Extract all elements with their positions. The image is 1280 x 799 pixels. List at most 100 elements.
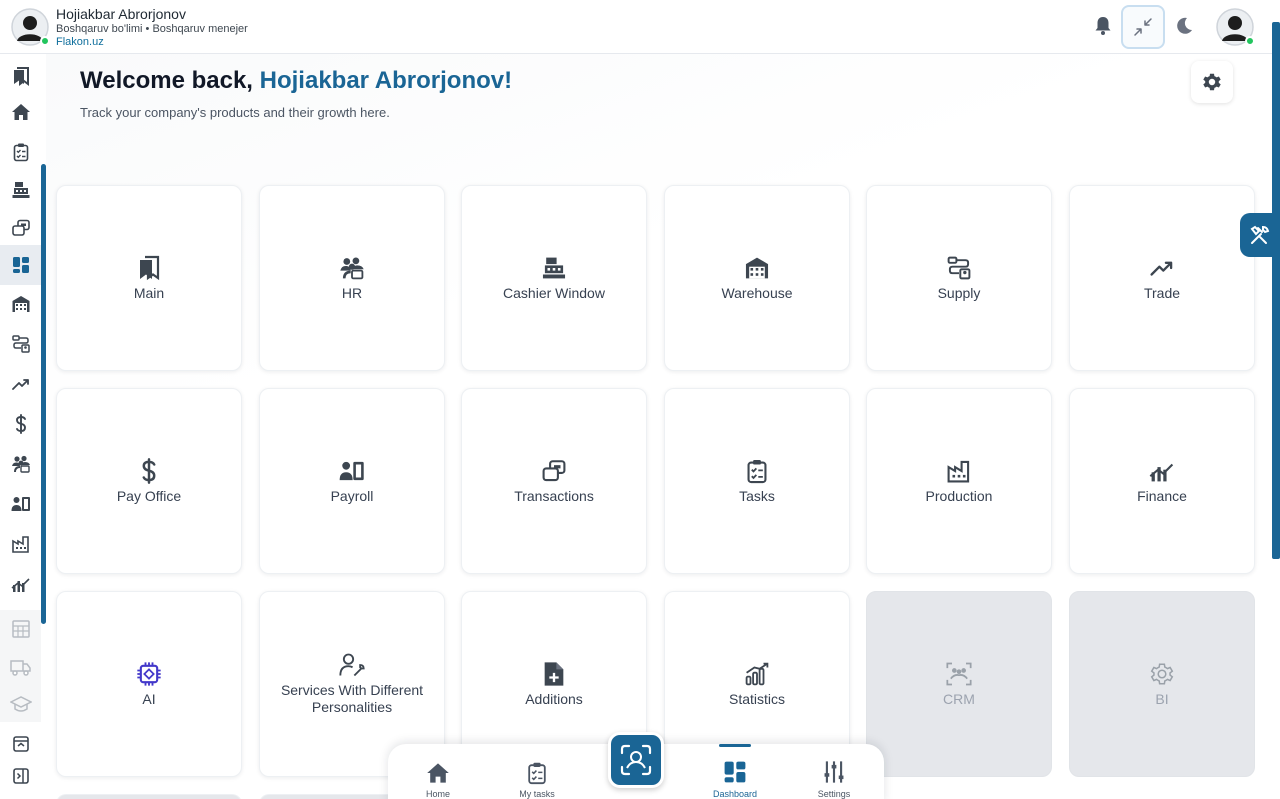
- module-card-warehouse[interactable]: Warehouse: [664, 185, 850, 371]
- cash-register-icon: [12, 182, 29, 198]
- graduation-icon: [9, 696, 32, 712]
- sidebar-item-payroll[interactable]: [0, 486, 41, 522]
- module-card-finance[interactable]: Finance: [1069, 388, 1255, 574]
- sidebar-item-calculator[interactable]: [0, 610, 41, 648]
- module-card-transactions[interactable]: Transactions: [461, 388, 647, 574]
- card-label: Statistics: [728, 690, 785, 707]
- card-label: Transactions: [514, 487, 594, 504]
- sidebar-item-hr[interactable]: [0, 446, 41, 482]
- payroll-icon: [339, 461, 364, 480]
- profile-avatar[interactable]: [1216, 8, 1255, 46]
- sidebar-item-cashier[interactable]: [0, 172, 41, 208]
- sidebar-item-finance[interactable]: [0, 566, 41, 602]
- nav-label: Settings: [817, 789, 851, 799]
- exit-fullscreen-button[interactable]: [1121, 5, 1165, 49]
- shrink-icon: [1134, 18, 1152, 36]
- card-label: Tasks: [739, 487, 775, 504]
- sidebar-item-dashboard[interactable]: [0, 245, 41, 285]
- card-label: HR: [341, 284, 363, 301]
- sidebar-item-transactions[interactable]: [0, 210, 41, 246]
- card-label: Warehouse: [721, 284, 793, 301]
- sidebar-item-delivery[interactable]: [0, 648, 41, 686]
- payroll-icon: [11, 497, 30, 511]
- dollar-icon: [142, 457, 156, 484]
- nav-my-tasks[interactable]: My tasks: [492, 744, 582, 799]
- supply-route-icon: [11, 335, 30, 353]
- moon-icon: [1177, 17, 1192, 34]
- nav-settings[interactable]: Settings: [789, 744, 879, 799]
- supply-route-icon: [947, 256, 971, 279]
- top-header: Hojiakbar Abrorjonov Boshqaruv bo'limi •…: [0, 0, 1280, 54]
- card-label: BI: [1155, 690, 1169, 707]
- bottom-navigation: Home My tasks Dashboard Settings: [388, 732, 884, 799]
- factory-icon: [11, 536, 29, 553]
- module-card-cashier-window[interactable]: Cashier Window: [461, 185, 647, 371]
- sliders-icon: [824, 761, 844, 783]
- tools-panel-button[interactable]: [1240, 213, 1280, 257]
- dark-mode-toggle[interactable]: [1172, 14, 1196, 38]
- dollar-icon: [15, 414, 26, 434]
- chip-icon: [137, 661, 161, 686]
- statistics-icon: [745, 662, 769, 685]
- module-card-hr[interactable]: HR: [259, 185, 445, 371]
- active-nav-indicator: [719, 744, 751, 747]
- sidebar-item-tasks[interactable]: [0, 134, 41, 170]
- module-card-tasks[interactable]: Tasks: [664, 388, 850, 574]
- dashboard-settings-button[interactable]: [1191, 61, 1233, 103]
- scrollbar-thumb[interactable]: [1272, 22, 1280, 559]
- card-label: Additions: [525, 690, 583, 707]
- user-avatar[interactable]: [11, 8, 50, 46]
- finance-chart-icon: [10, 578, 30, 592]
- nav-label: Home: [425, 789, 450, 799]
- module-card-supply[interactable]: Supply: [866, 185, 1052, 371]
- module-card-production[interactable]: Production: [866, 388, 1052, 574]
- user-department: Boshqaruv bo'limi • Boshqaruv menejer: [56, 23, 248, 36]
- trend-up-icon: [11, 379, 29, 390]
- user-organization: Flakon.uz: [56, 36, 104, 49]
- crm-icon: [946, 662, 972, 685]
- people-icon: [11, 455, 30, 473]
- sidebar-item-education[interactable]: [0, 686, 41, 722]
- home-icon: [11, 104, 30, 120]
- sidebar-item-home[interactable]: [0, 94, 41, 130]
- bi-gear-icon: [1150, 662, 1174, 685]
- warehouse-icon: [12, 296, 29, 312]
- bell-icon: [1095, 17, 1111, 35]
- bookmark-icon: [13, 67, 29, 86]
- warehouse-icon: [745, 257, 769, 278]
- sidebar-item-main[interactable]: [0, 58, 41, 94]
- sidebar-item-supply[interactable]: [0, 326, 41, 362]
- sidebar-item-warehouse[interactable]: [0, 286, 41, 322]
- card-label: CRM: [943, 690, 975, 707]
- card-label: AI: [142, 690, 156, 707]
- nav-label: Dashboard: [712, 789, 758, 799]
- face-id-button[interactable]: [608, 732, 664, 788]
- sidebar-collapse-top-button[interactable]: [0, 726, 41, 762]
- module-card-payroll[interactable]: Payroll: [259, 388, 445, 574]
- factory-icon: [947, 460, 970, 482]
- card-label: Cashier Window: [503, 284, 605, 301]
- nav-home[interactable]: Home: [393, 744, 483, 799]
- clipboard-icon: [13, 143, 28, 162]
- sidebar-expand-button[interactable]: [0, 758, 41, 794]
- user-info: Hojiakbar Abrorjonov Boshqaruv bo'limi •…: [56, 6, 248, 49]
- dashboard-icon: [724, 761, 746, 783]
- nav-dashboard[interactable]: Dashboard: [690, 744, 780, 799]
- card-label: Supply: [937, 284, 981, 301]
- cash-register-icon: [542, 257, 566, 278]
- module-card-main[interactable]: Main: [56, 185, 242, 371]
- face-scan-icon: [620, 744, 652, 776]
- trend-up-icon: [1150, 261, 1173, 276]
- card-label: Trade: [1143, 284, 1181, 301]
- module-card-pay-office[interactable]: Pay Office: [56, 388, 242, 574]
- module-card-trade[interactable]: Trade: [1069, 185, 1255, 371]
- module-card-ai[interactable]: AI: [56, 591, 242, 777]
- card-label: Finance: [1137, 487, 1187, 504]
- online-status-dot: [40, 36, 50, 46]
- sidebar-item-pay-office[interactable]: [0, 406, 41, 442]
- notifications-button[interactable]: [1091, 14, 1115, 38]
- bookmark-icon: [140, 255, 160, 280]
- sidebar-item-production[interactable]: [0, 526, 41, 562]
- sidebar-item-trade[interactable]: [0, 366, 41, 402]
- welcome-prefix: Welcome back,: [80, 67, 260, 94]
